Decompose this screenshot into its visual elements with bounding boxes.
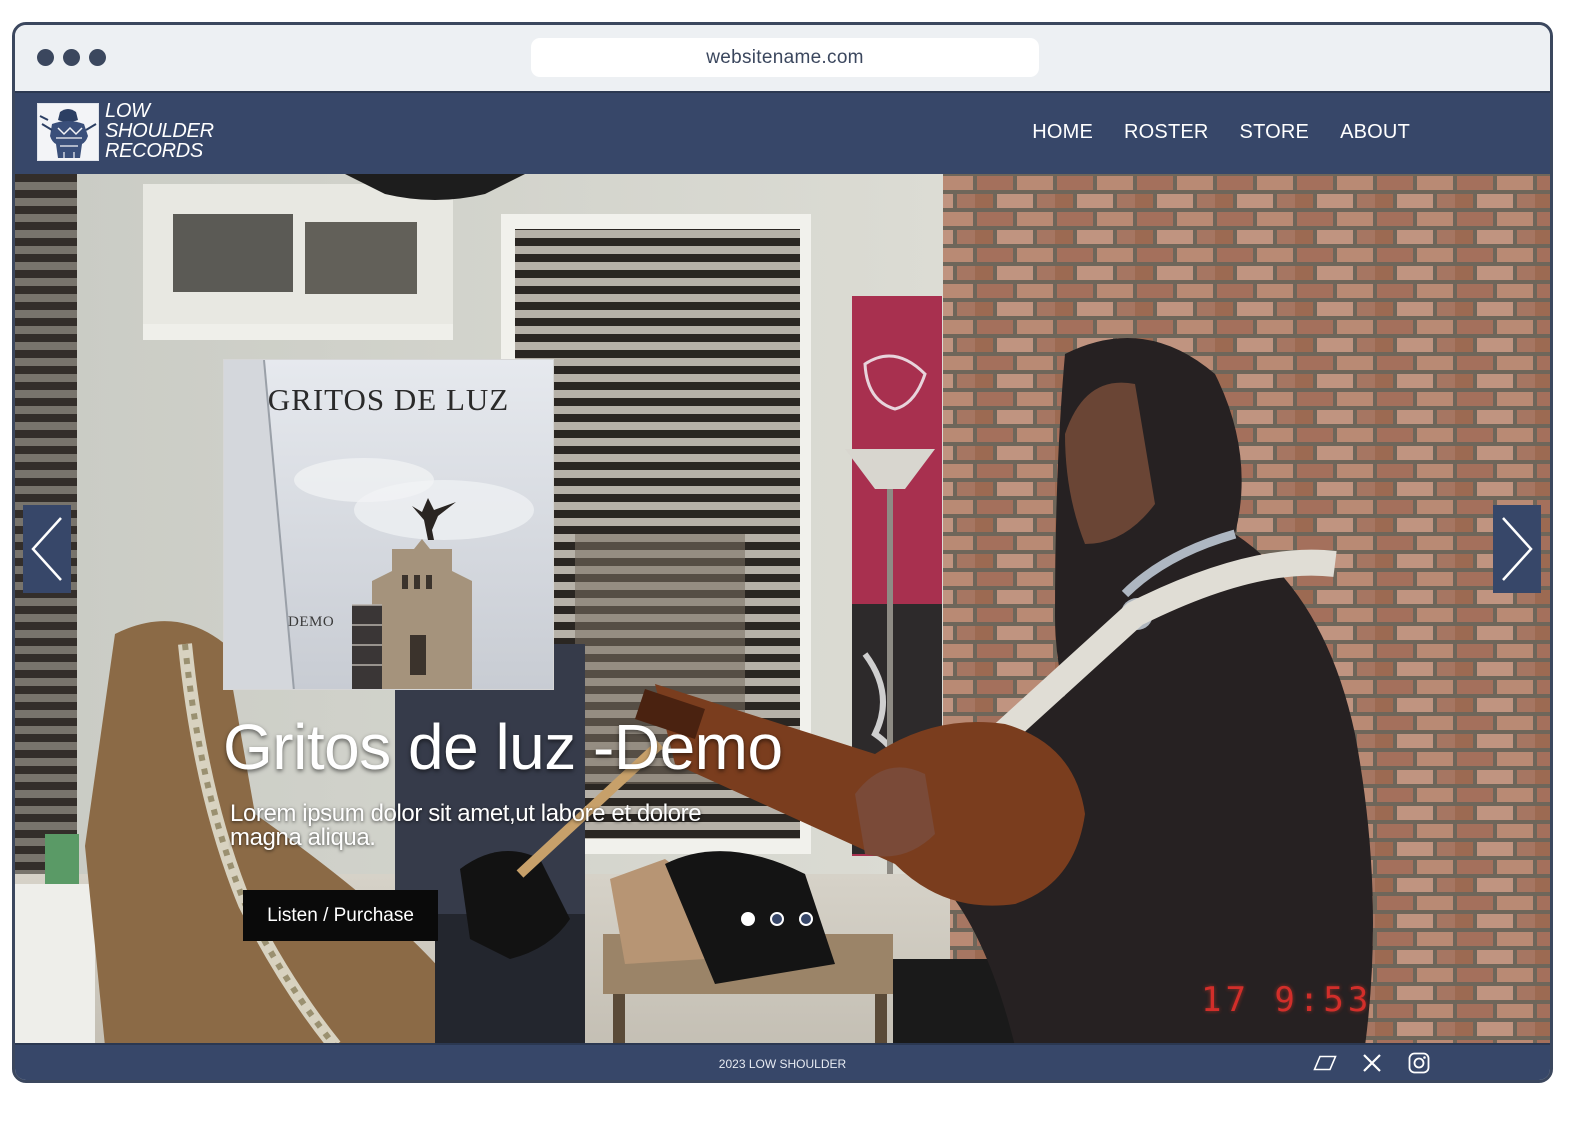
logo-wordmark[interactable]: LOW SHOULDER RECORDS <box>105 101 214 161</box>
carousel-next-button[interactable] <box>1493 505 1541 593</box>
carousel-dot-3[interactable] <box>799 912 813 926</box>
nav-link-store[interactable]: STORE <box>1240 121 1310 144</box>
instagram-link[interactable] <box>1406 1051 1432 1075</box>
logo-line: RECORDS <box>105 140 203 162</box>
browser-toolbar: websitename.com <box>15 25 1550 91</box>
logo-image[interactable] <box>37 103 99 161</box>
logo-line: SHOULDER <box>105 120 214 142</box>
album-cover-title: GRITOS DE LUZ <box>267 382 510 417</box>
site-header: LOW SHOULDER RECORDS HOME ROSTER STORE A… <box>15 91 1550 174</box>
chevron-left-icon <box>31 517 62 581</box>
chevron-right-icon <box>1502 517 1533 581</box>
instagram-icon <box>1408 1052 1430 1074</box>
hero-carousel: GRITOS DE LUZ DEMO Gritos de luz -Demo L… <box>15 174 1550 1046</box>
carousel-indicators <box>741 912 813 926</box>
hero-description: Lorem ipsum dolor sit amet,ut labore et … <box>230 800 702 851</box>
nav-link-about[interactable]: ABOUT <box>1340 121 1410 144</box>
browser-window: websitename.com LOW SHOULDER RECORDS HOM… <box>12 22 1553 1083</box>
carousel-prev-button[interactable] <box>23 505 71 593</box>
carousel-dot-1[interactable] <box>741 912 755 926</box>
address-bar[interactable]: websitename.com <box>531 38 1039 77</box>
listen-purchase-button[interactable]: Listen / Purchase <box>243 890 438 941</box>
window-controls <box>37 49 106 66</box>
logo-line: LOW <box>105 100 150 122</box>
nav-link-roster[interactable]: ROSTER <box>1124 121 1209 144</box>
site-footer: 2023 LOW SHOULDER <box>15 1043 1550 1080</box>
x-link[interactable] <box>1359 1051 1385 1075</box>
window-dot-minimize[interactable] <box>63 49 80 66</box>
photo-timestamp: 17 9:53 <box>1201 980 1373 1020</box>
album-cover-subtitle: DEMO <box>288 614 335 630</box>
album-cover[interactable]: GRITOS DE LUZ DEMO <box>223 359 554 690</box>
hero-title: Gritos de luz -Demo <box>223 711 783 783</box>
window-dot-maximize[interactable] <box>89 49 106 66</box>
social-links <box>1312 1051 1432 1075</box>
nav-link-home[interactable]: HOME <box>1032 121 1093 144</box>
window-dot-close[interactable] <box>37 49 54 66</box>
main-nav: HOME ROSTER STORE ABOUT <box>1032 121 1410 144</box>
address-bar-url: websitename.com <box>706 46 864 68</box>
bandcamp-link[interactable] <box>1312 1051 1338 1075</box>
carousel-dot-2[interactable] <box>770 912 784 926</box>
bandcamp-icon <box>1313 1055 1337 1071</box>
x-icon <box>1363 1054 1381 1072</box>
